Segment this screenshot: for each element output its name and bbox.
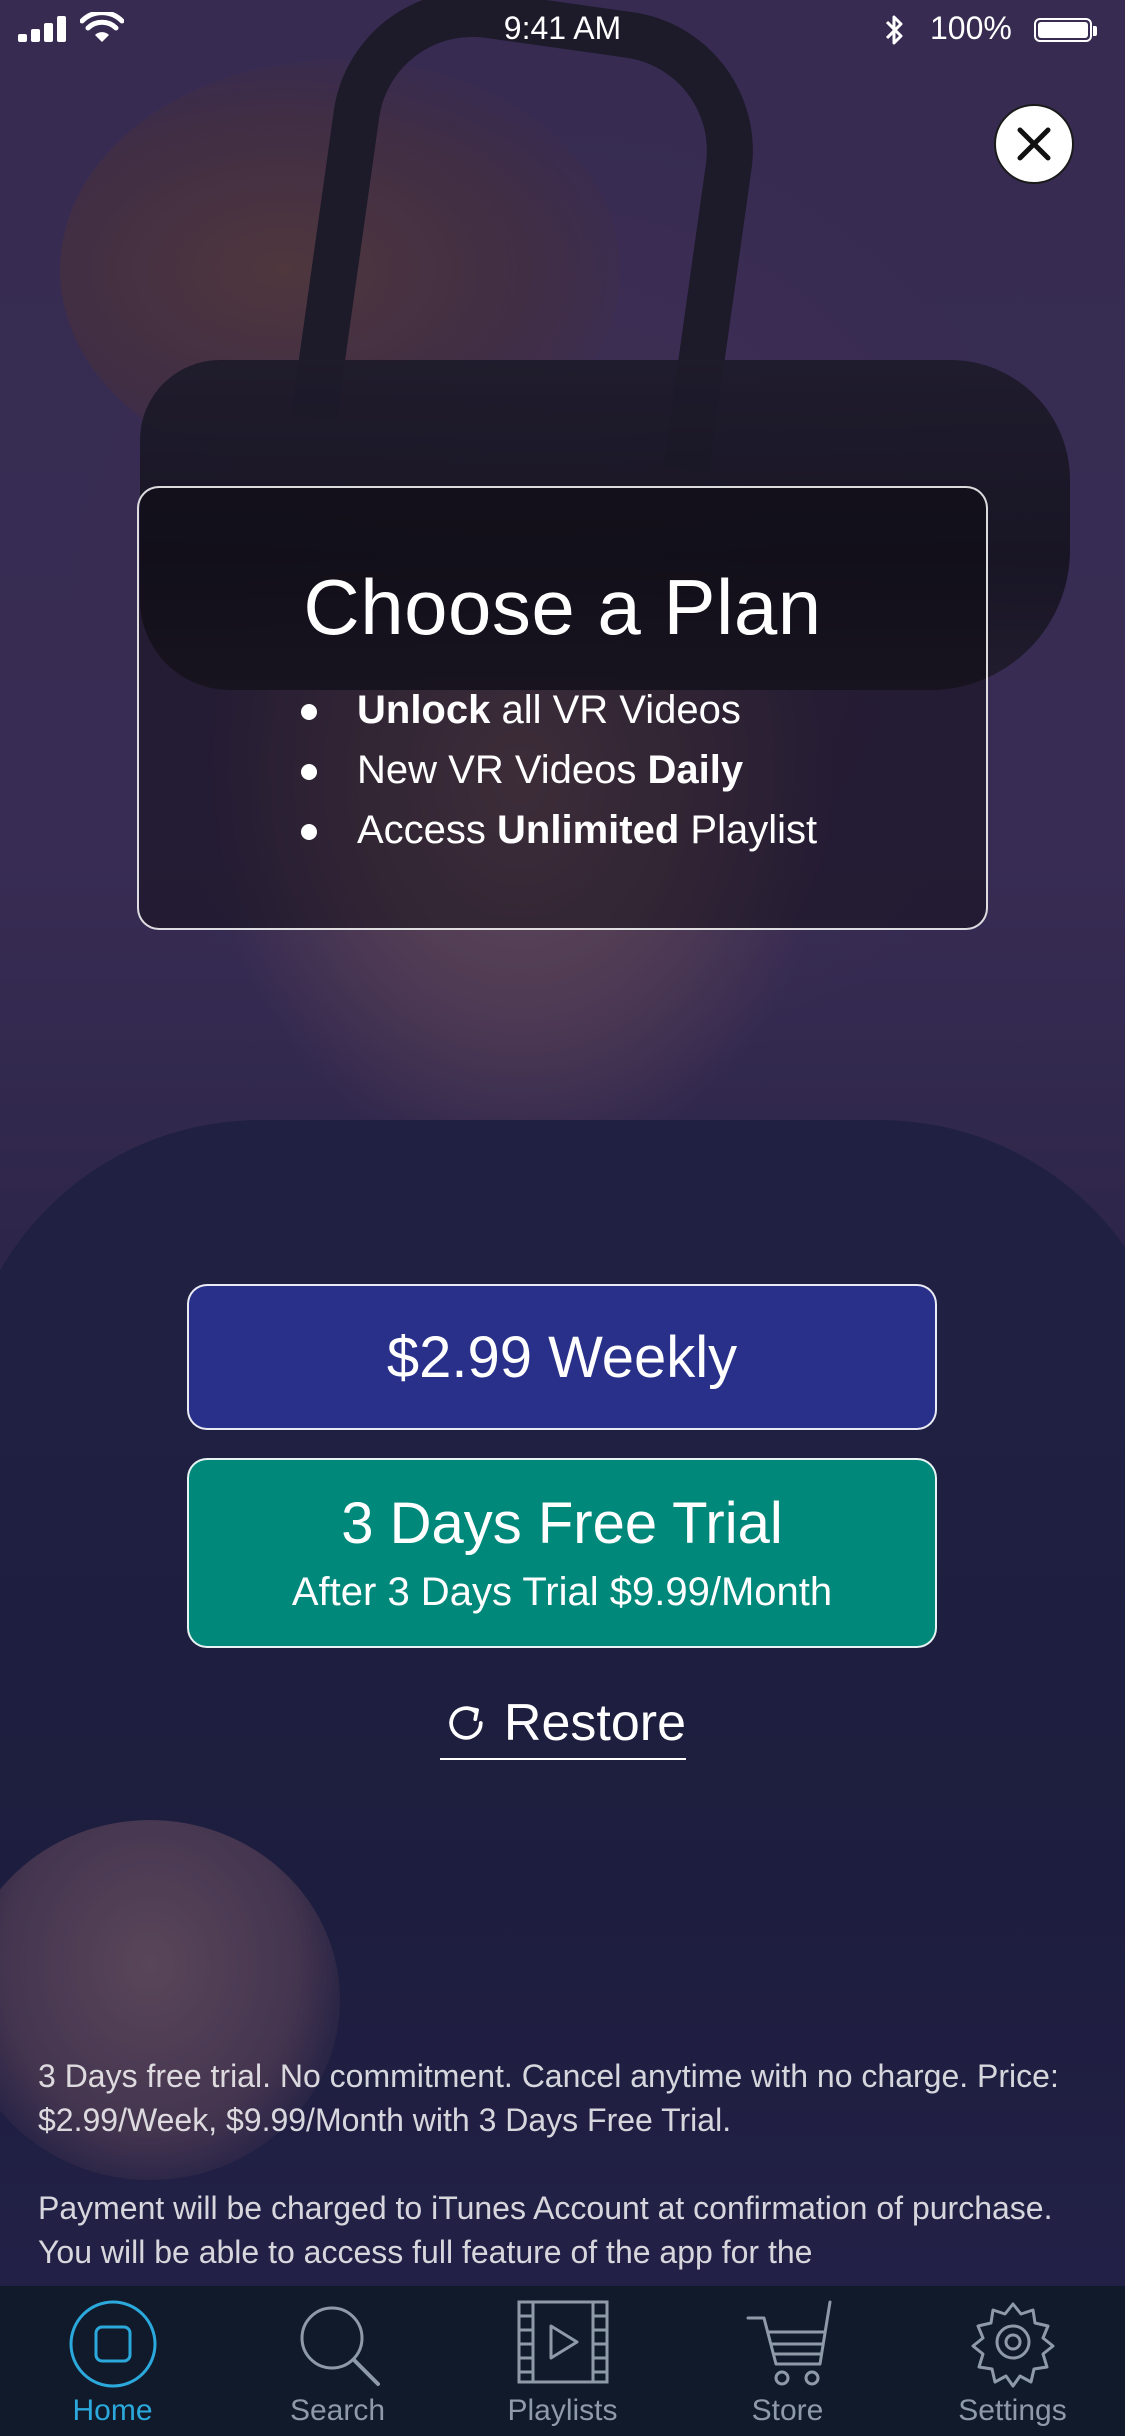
legal-text: 3 Days free trial. No commitment. Cancel… <box>38 2054 1098 2318</box>
plan-card: Choose a Plan Unlock all VR Videos New V… <box>137 486 988 930</box>
playlists-icon <box>517 2300 608 2384</box>
home-icon <box>69 2300 156 2388</box>
close-icon <box>1017 127 1051 161</box>
tab-label: Settings <box>958 2394 1067 2427</box>
tab-label: Search <box>289 2394 386 2427</box>
tab-label: Playlists <box>507 2394 618 2427</box>
legal-paragraph: Payment will be charged to iTunes Accoun… <box>38 2190 1053 2270</box>
free-trial-button[interactable]: 3 Days Free Trial After 3 Days Trial $9.… <box>187 1458 937 1648</box>
close-button[interactable] <box>994 104 1074 184</box>
search-icon <box>300 2306 380 2386</box>
tab-store[interactable]: Store <box>675 2286 900 2436</box>
feature-item: New VR Videos Daily <box>299 740 817 800</box>
tab-label: Store <box>751 2394 824 2427</box>
battery-percent: 100% <box>930 10 1012 46</box>
weekly-plan-label: $2.99 Weekly <box>386 1324 738 1390</box>
battery-icon <box>1034 18 1097 42</box>
free-trial-subtitle: After 3 Days Trial $9.99/Month <box>291 1570 833 1614</box>
bluetooth-icon <box>885 15 903 45</box>
tab-label: Home <box>72 2394 153 2427</box>
status-bar: 9:41 AM 100% <box>0 0 1125 60</box>
free-trial-title: 3 Days Free Trial <box>341 1491 783 1556</box>
plan-title: Choose a Plan <box>303 563 822 651</box>
weekly-plan-button[interactable]: $2.99 Weekly <box>187 1284 937 1430</box>
tab-playlists[interactable]: Playlists <box>450 2286 675 2436</box>
tab-home[interactable]: Home <box>0 2286 225 2436</box>
feature-item: Access Unlimited Playlist <box>299 800 817 860</box>
restore-button[interactable]: Restore <box>440 1688 686 1760</box>
refresh-icon <box>449 1706 483 1740</box>
tab-search[interactable]: Search <box>225 2286 450 2436</box>
cart-icon <box>746 2300 831 2386</box>
tab-bar: Home Search Playlists Store Settings <box>0 2286 1125 2436</box>
restore-label: Restore <box>503 1694 686 1752</box>
legal-paragraph: 3 Days free trial. No commitment. Cancel… <box>38 2058 1059 2138</box>
feature-list: Unlock all VR Videos New VR Videos Daily… <box>299 680 817 860</box>
feature-item: Unlock all VR Videos <box>299 680 817 740</box>
tab-settings[interactable]: Settings <box>900 2286 1125 2436</box>
gear-icon <box>971 2302 1054 2388</box>
